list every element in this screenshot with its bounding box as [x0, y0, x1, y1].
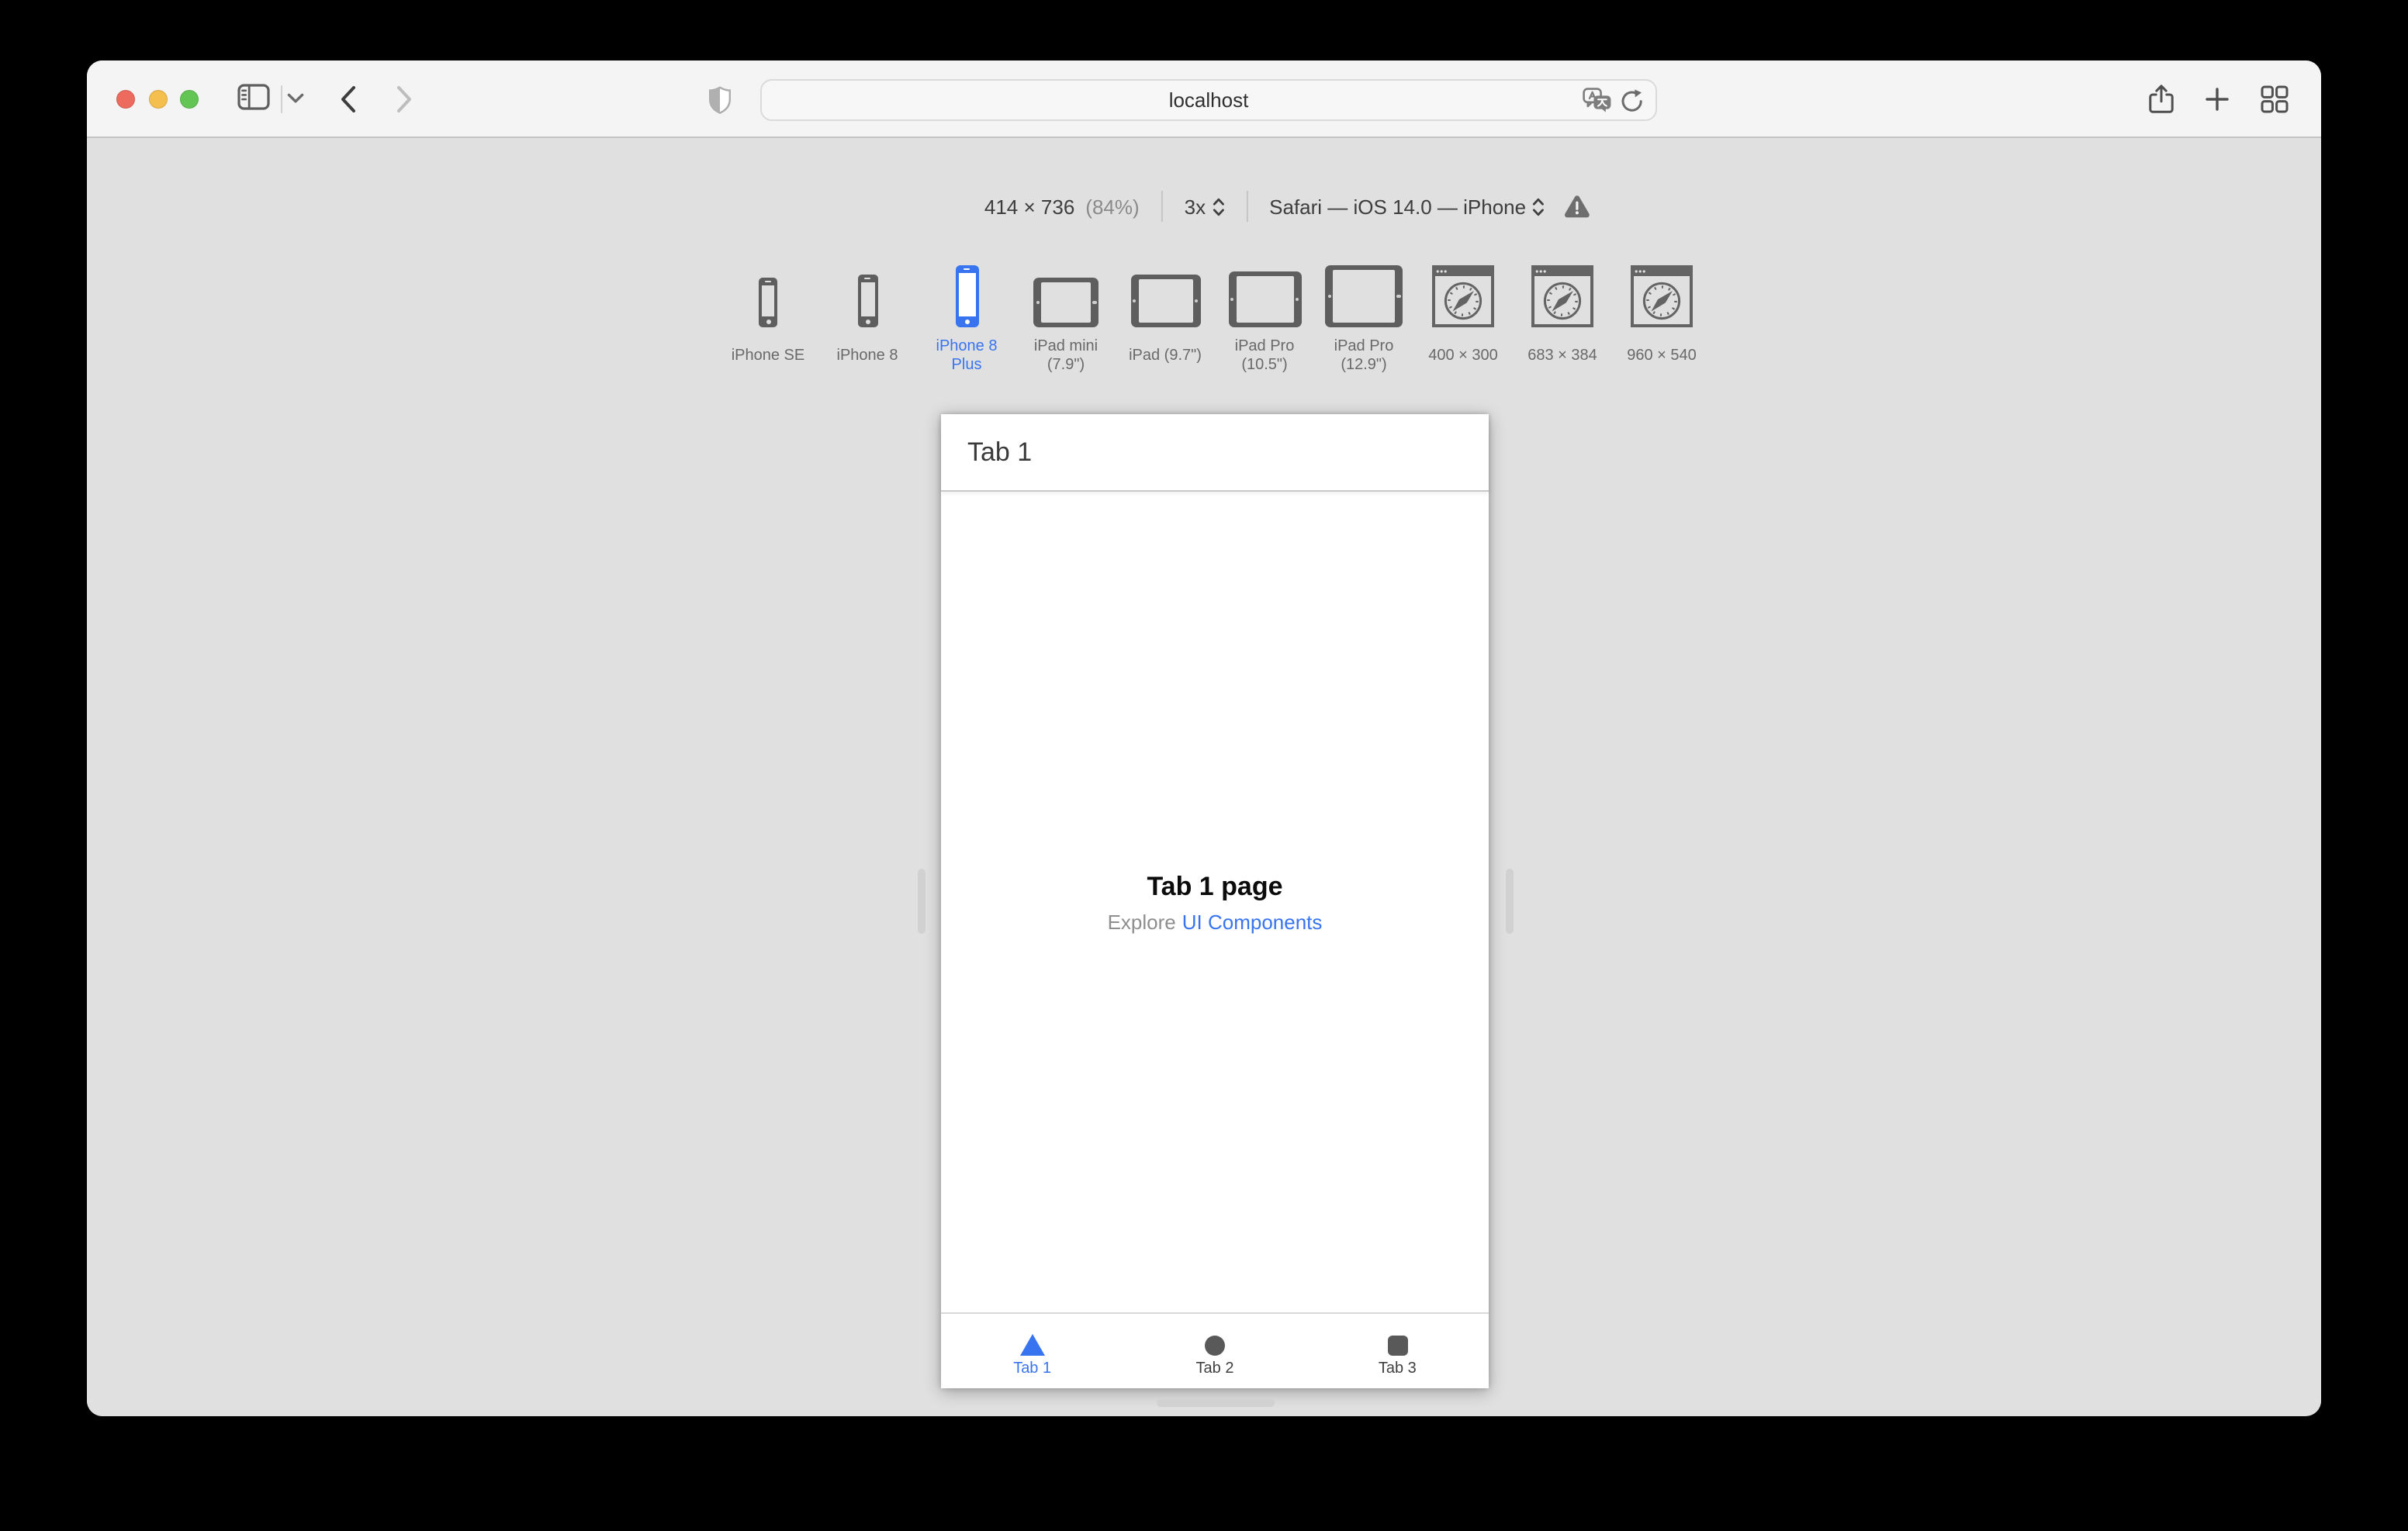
- status-divider: [1161, 191, 1163, 222]
- warning-icon: [1563, 194, 1591, 219]
- minimize-button[interactable]: [148, 90, 167, 109]
- device-button-400x300[interactable]: 400 × 300: [1417, 256, 1510, 378]
- safari-window-icon: [1631, 265, 1693, 327]
- tabbar-item-tab2[interactable]: Tab 2: [1123, 1314, 1306, 1388]
- rdm-canvas: 414 × 736 (84%) 3x Safari — iOS 14.0 — i…: [87, 138, 2321, 1415]
- grid-icon: [2261, 85, 2289, 113]
- share-button[interactable]: [2149, 84, 2174, 115]
- phone-icon: [857, 275, 877, 327]
- device-button-960x540[interactable]: 960 × 540: [1615, 256, 1708, 378]
- stepper-icon: [1212, 196, 1224, 216]
- device-button-ipad-mini[interactable]: iPad mini (7.9"): [1019, 256, 1112, 378]
- device-button-ipad-97[interactable]: iPad (9.7"): [1119, 256, 1212, 378]
- tab-bar: Tab 1 Tab 2 Tab 3: [941, 1312, 1489, 1388]
- reload-icon: [1620, 87, 1645, 113]
- tabbar-item-tab3[interactable]: Tab 3: [1306, 1314, 1489, 1388]
- device-button-ipad-pro-129[interactable]: iPad Pro (12.9"): [1317, 256, 1410, 378]
- forward-button[interactable]: [396, 85, 413, 113]
- safari-window: localhost 414 × 736 (84%) 3x Safari — iO…: [87, 60, 2321, 1416]
- chevron-down-icon: [287, 93, 304, 104]
- device-button-iphone-8[interactable]: iPhone 8: [821, 256, 914, 378]
- nav-title: Tab 1: [967, 437, 1033, 466]
- explore-text: Explore: [1107, 910, 1176, 933]
- chevron-right-icon: [396, 85, 413, 113]
- traffic-lights: [116, 90, 199, 109]
- shield-icon: [708, 85, 732, 115]
- new-tab-button[interactable]: [2205, 87, 2230, 112]
- sidebar-menu-button[interactable]: [287, 93, 304, 104]
- tab-overview-button[interactable]: [2261, 85, 2289, 113]
- device-button-iphone-se[interactable]: iPhone SE: [721, 256, 815, 378]
- browser-select[interactable]: Safari — iOS 14.0 — iPhone: [1269, 195, 1545, 218]
- page-heading: Tab 1 page: [1147, 871, 1283, 900]
- resize-handle-left[interactable]: [918, 869, 925, 934]
- resize-handle-right[interactable]: [1506, 869, 1514, 934]
- stepper-icon: [1532, 196, 1545, 216]
- translate-icon: [1583, 87, 1612, 113]
- safari-window-icon: [1432, 265, 1494, 327]
- device-preset-row: iPhone SE iPhone 8 iPhone 8 Plus iPad mi…: [721, 256, 1708, 378]
- page-content: Tab 1 page Explore UI Components: [941, 492, 1489, 1312]
- address-bar[interactable]: localhost: [760, 79, 1657, 121]
- resize-handle-bottom[interactable]: [1156, 1399, 1274, 1407]
- screenshot-stage: localhost 414 × 736 (84%) 3x Safari — iO…: [0, 0, 2408, 1531]
- status-divider: [1246, 191, 1248, 222]
- toolbar-divider: [281, 85, 282, 113]
- ui-components-link[interactable]: UI Components: [1182, 910, 1323, 933]
- sidebar-toggle-button[interactable]: [237, 84, 270, 110]
- tabbar-item-tab1[interactable]: Tab 1: [941, 1314, 1123, 1388]
- ipad-icon: [1325, 265, 1403, 327]
- device-button-iphone-8-plus[interactable]: iPhone 8 Plus: [920, 256, 1013, 378]
- warning-button[interactable]: [1563, 194, 1591, 219]
- browser-toolbar: localhost: [87, 60, 2321, 138]
- circle-icon: [1205, 1335, 1225, 1355]
- ipad-icon: [1130, 275, 1200, 327]
- chevron-left-icon: [340, 85, 357, 113]
- nav-bar: Tab 1: [941, 414, 1489, 492]
- privacy-report-button[interactable]: [708, 85, 732, 115]
- rdm-status-row: 414 × 736 (84%) 3x Safari — iOS 14.0 — i…: [984, 186, 1591, 226]
- share-icon: [2149, 84, 2174, 115]
- zoom-percent-label: (84%): [1085, 195, 1140, 218]
- close-button[interactable]: [116, 90, 135, 109]
- ipad-icon: [1033, 278, 1098, 327]
- device-viewport: Tab 1 Tab 1 page Explore UI Components Ta…: [918, 414, 1514, 1407]
- reload-button[interactable]: [1620, 87, 1645, 113]
- triangle-icon: [1019, 1333, 1045, 1355]
- back-button[interactable]: [340, 85, 357, 113]
- translate-button[interactable]: [1583, 87, 1612, 113]
- device-button-683x384[interactable]: 683 × 384: [1516, 256, 1609, 378]
- square-icon: [1387, 1335, 1408, 1355]
- url-text: localhost: [1168, 88, 1249, 112]
- zoom-button[interactable]: [180, 90, 199, 109]
- toolbar-right-icons: [2149, 60, 2289, 138]
- page-subtitle: Explore UI Components: [1108, 910, 1323, 933]
- plus-icon: [2205, 87, 2230, 112]
- ipad-icon: [1228, 271, 1301, 327]
- phone-icon: [955, 265, 978, 327]
- safari-window-icon: [1531, 265, 1593, 327]
- sidebar-icon: [237, 84, 270, 110]
- scale-select[interactable]: 3x: [1185, 195, 1224, 218]
- viewport-size-label: 414 × 736: [984, 195, 1075, 218]
- device-button-ipad-pro-105[interactable]: iPad Pro (10.5"): [1218, 256, 1311, 378]
- phone-icon: [759, 278, 777, 327]
